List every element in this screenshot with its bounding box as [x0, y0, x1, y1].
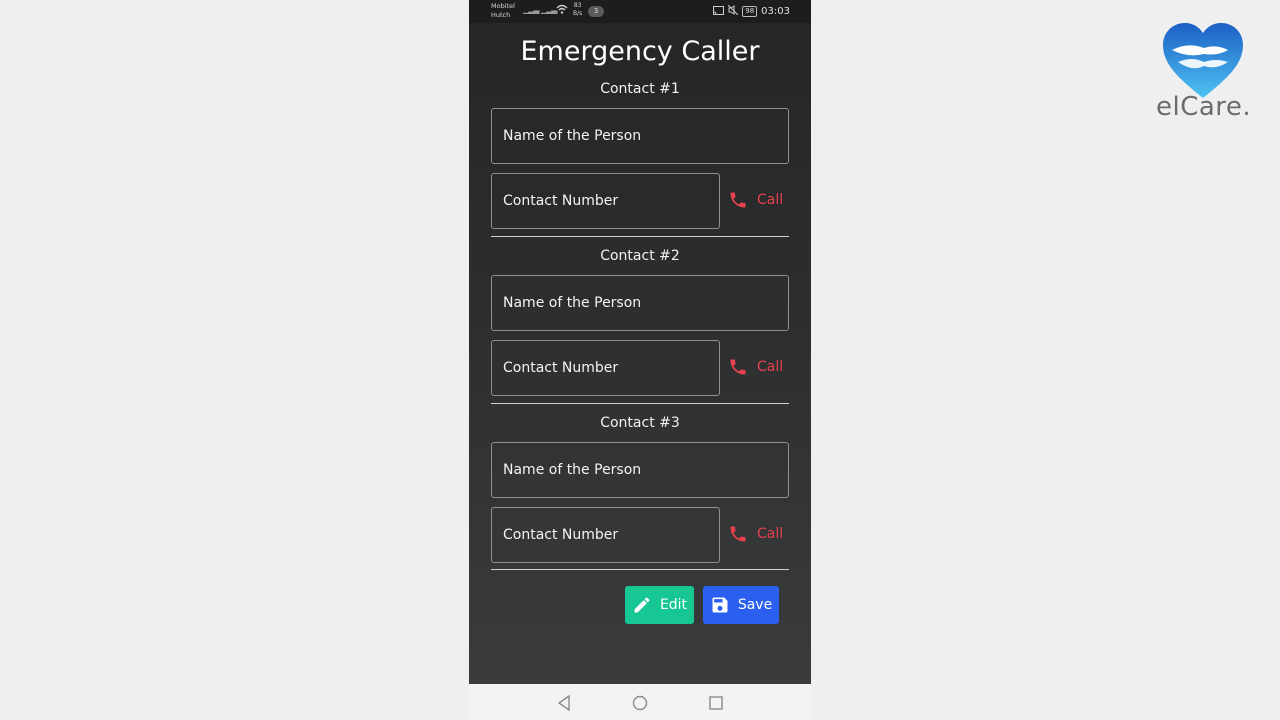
back-nav-icon[interactable]	[557, 694, 571, 715]
contact-2-call-label: Call	[757, 359, 784, 375]
contact-2-name-placeholder: Name of the Person	[503, 295, 642, 311]
net-speed-value: 83	[573, 2, 582, 9]
signal-icon-1: ▁▂▃	[523, 5, 540, 14]
contact-1-name-placeholder: Name of the Person	[503, 128, 642, 144]
status-right: 98 03:03	[713, 4, 790, 18]
contact-3-name-input[interactable]: Name of the Person	[491, 442, 789, 498]
divider	[491, 236, 789, 237]
net-speed-unit: B/s	[573, 10, 583, 17]
net-speed: 83 B/s	[573, 2, 582, 18]
home-nav-icon[interactable]	[632, 695, 648, 715]
elcare-logo: elCare.	[1150, 20, 1262, 130]
divider	[491, 403, 789, 404]
carrier-name-2: Hutch	[491, 11, 511, 19]
contact-2-number-placeholder: Contact Number	[503, 360, 619, 376]
edit-button[interactable]: Edit	[625, 586, 694, 624]
save-label: Save	[737, 597, 773, 613]
page-title: Emergency Caller	[520, 36, 760, 67]
contact-3-label: Contact #3	[600, 415, 680, 431]
mute-icon	[727, 4, 739, 18]
contact-1-label: Contact #1	[600, 81, 680, 97]
signal-icon-2: ▁▂▃	[541, 5, 558, 14]
contact-2-name-input[interactable]: Name of the Person	[491, 275, 789, 331]
contact-2-number-input[interactable]: Contact Number	[491, 340, 720, 396]
notification-count-badge: 3	[588, 6, 604, 17]
system-nav-bar	[469, 684, 811, 720]
contact-3-number-placeholder: Contact Number	[503, 527, 619, 543]
save-button[interactable]: Save	[703, 586, 779, 624]
contact-2-call-button[interactable]: Call	[728, 352, 788, 382]
contact-3-call-button[interactable]: Call	[728, 519, 788, 549]
carrier-info: Mobitel Hutch	[491, 2, 515, 20]
floppy-disk-icon	[712, 597, 728, 613]
contact-1-name-input[interactable]: Name of the Person	[491, 108, 789, 164]
contact-3-name-placeholder: Name of the Person	[503, 462, 642, 478]
contact-1-call-label: Call	[757, 192, 784, 208]
cast-icon	[713, 5, 725, 18]
edit-label: Edit	[659, 597, 688, 613]
contact-2-label: Contact #2	[600, 248, 680, 264]
phone-icon	[730, 359, 746, 375]
contact-1-call-button[interactable]: Call	[728, 185, 788, 215]
phone-screen: Mobitel Hutch ▁▂▃ ▁▂▃ 83 B/s 3 98 03:03 …	[469, 0, 811, 720]
wifi-icon	[556, 4, 568, 16]
divider	[491, 569, 789, 570]
carrier-name-1: Mobitel	[491, 2, 515, 10]
phone-icon	[730, 526, 746, 542]
battery-indicator: 98	[742, 6, 758, 17]
heart-hands-icon	[1163, 23, 1243, 98]
contact-1-number-input[interactable]: Contact Number	[491, 173, 720, 229]
clock: 03:03	[761, 6, 790, 17]
contact-3-number-input[interactable]: Contact Number	[491, 507, 720, 563]
contact-3-call-label: Call	[757, 526, 784, 542]
contact-1-number-placeholder: Contact Number	[503, 193, 619, 209]
pencil-icon	[634, 597, 650, 613]
phone-icon	[730, 192, 746, 208]
recents-nav-icon[interactable]	[709, 695, 723, 714]
status-bar: Mobitel Hutch ▁▂▃ ▁▂▃ 83 B/s 3 98 03:03	[469, 0, 811, 23]
logo-text: elCare.	[1156, 92, 1252, 122]
